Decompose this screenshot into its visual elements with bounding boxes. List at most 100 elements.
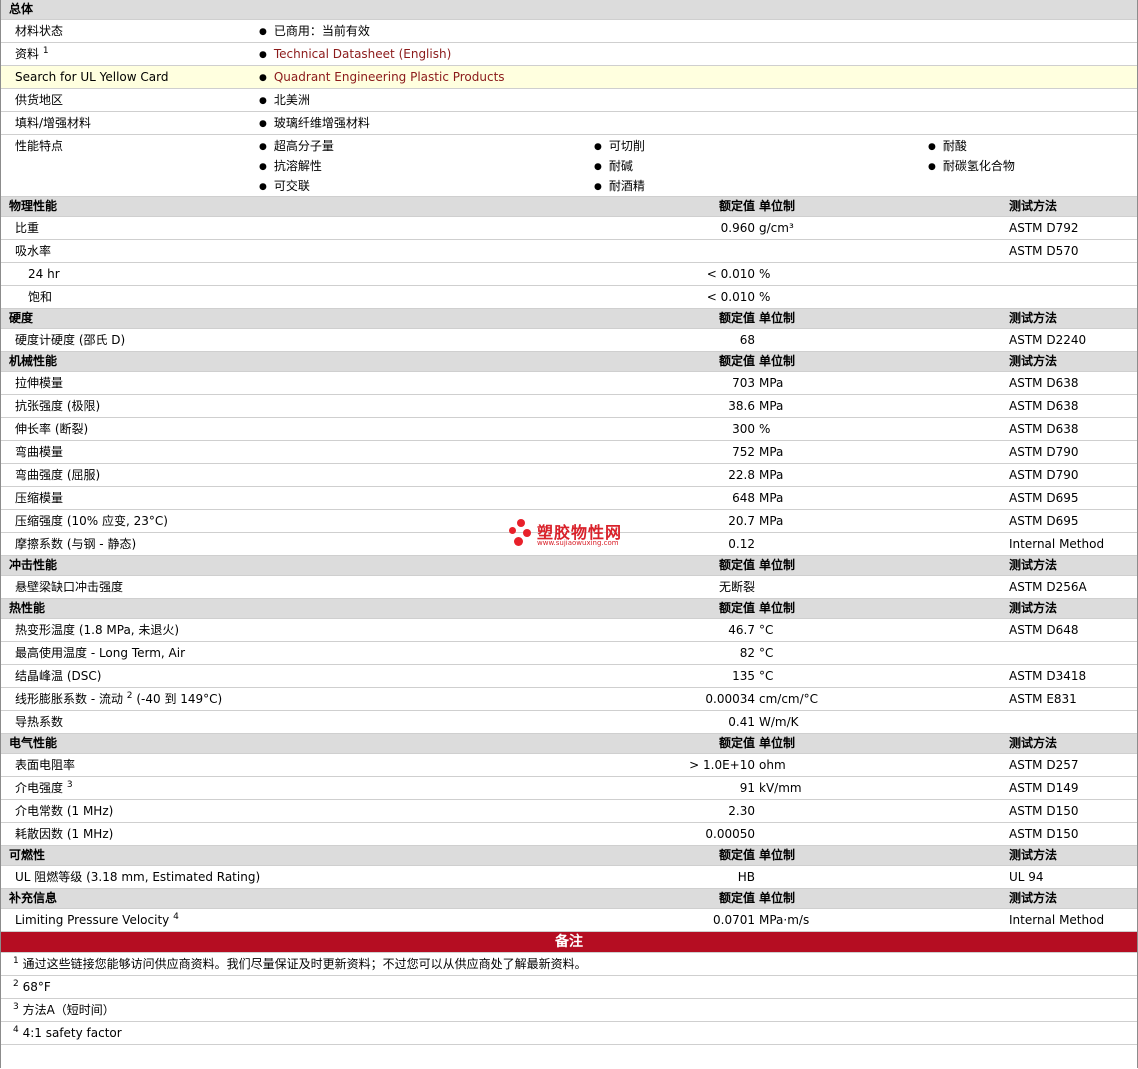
row-unit: W/m/K — [759, 715, 799, 729]
col-header-value: 额定值 — [718, 311, 755, 325]
note-body: 方法A（短时间） — [22, 1003, 115, 1017]
feature-item: 抗溶解性 — [259, 159, 322, 176]
row-value: > 1.0E+10 — [689, 758, 755, 772]
note-item: 2 68°F — [1, 976, 1137, 999]
row-method: ASTM D3418 — [1009, 669, 1087, 683]
row-method: ASTM D648 — [1009, 623, 1079, 637]
row-value: 22.8 — [728, 468, 755, 482]
row-value: 北美洲 — [259, 93, 310, 110]
row-value: 0.12 — [728, 537, 755, 551]
row-value: 752 — [732, 445, 755, 459]
row-unit: °C — [759, 623, 774, 637]
note-number: 3 — [13, 1002, 19, 1012]
note-item: 3 方法A（短时间） — [1, 999, 1137, 1022]
note-number: 2 — [13, 979, 19, 989]
watermark-logo: 塑胶物性网 www.sujiaowuxing.com — [507, 518, 647, 552]
note-number: 1 — [13, 956, 19, 966]
note-body: 4:1 safety factor — [22, 1026, 122, 1040]
section-impact-header: 冲击性能 额定值 单位制 测试方法 — [1, 556, 1137, 576]
row-method: ASTM D695 — [1009, 514, 1079, 528]
row-label: 供货地区 — [15, 93, 64, 107]
label-text: Limiting Pressure Velocity — [15, 913, 170, 927]
row-method: ASTM D790 — [1009, 445, 1079, 459]
row-surface-resistivity: 表面电阻率 > 1.0E+10 ohm ASTM D257 — [1, 754, 1137, 777]
datasheet-link-item: Technical Datasheet (English) — [259, 47, 451, 64]
note-item: 4 4:1 safety factor — [1, 1022, 1137, 1045]
row-value: 0.00050 — [705, 827, 755, 841]
row-value: < 0.010 — [706, 290, 755, 304]
col-header-unit: 单位制 — [759, 848, 796, 862]
section-title: 电气性能 — [9, 736, 58, 750]
col-header-value: 额定值 — [718, 354, 755, 368]
note-text: 4 4:1 safety factor — [13, 1026, 122, 1041]
supplier-link[interactable]: Quadrant Engineering Plastic Products — [274, 70, 505, 84]
row-unit: % — [759, 290, 771, 304]
row-value: 82 — [739, 646, 755, 660]
row-dielectric-strength: 介电强度 3 91 kV/mm ASTM D149 — [1, 777, 1137, 800]
row-unit: MPa — [759, 445, 784, 459]
section-title: 可燃性 — [9, 848, 46, 862]
label-text: 资料 — [15, 47, 40, 61]
row-label: 24 hr — [28, 267, 60, 281]
col-header-unit: 单位制 — [759, 311, 796, 325]
row-method: ASTM D570 — [1009, 244, 1079, 258]
row-value: 91 — [739, 781, 755, 795]
row-material-status: 材料状态 已商用：当前有效 — [1, 20, 1137, 43]
row-value: 2.30 — [728, 804, 755, 818]
row-value: 300 — [732, 422, 755, 436]
row-method: ASTM D695 — [1009, 491, 1079, 505]
row-value: 无断裂 — [718, 580, 755, 594]
technical-datasheet-link[interactable]: Technical Datasheet (English) — [274, 47, 451, 61]
row-unit: MPa — [759, 491, 784, 505]
row-method: ASTM D149 — [1009, 781, 1079, 795]
row-unit: MPa — [759, 376, 784, 390]
row-elongation: 伸长率 (断裂) 300 % ASTM D638 — [1, 418, 1137, 441]
footnote-ref: 4 — [173, 912, 179, 922]
footnote-ref: 1 — [42, 46, 49, 56]
row-label: 压缩模量 — [15, 491, 64, 505]
note-text: 3 方法A（短时间） — [13, 1003, 115, 1018]
note-number: 4 — [13, 1025, 19, 1035]
row-value: 68 — [739, 333, 755, 347]
row-label: 压缩强度 (10% 应变, 23°C) — [15, 514, 168, 528]
row-unit: °C — [759, 646, 774, 660]
section-title: 热性能 — [9, 601, 46, 615]
row-method: Internal Method — [1009, 913, 1105, 927]
row-tensile-strength: 抗张强度 (极限) 38.6 MPa ASTM D638 — [1, 395, 1137, 418]
section-hardness-header: 硬度 额定值 单位制 测试方法 — [1, 309, 1137, 329]
col-header-method: 测试方法 — [1009, 601, 1058, 615]
row-label: 弯曲模量 — [15, 445, 64, 459]
row-flexural-strength: 弯曲强度 (屈服) 22.8 MPa ASTM D790 — [1, 464, 1137, 487]
row-label: 导热系数 — [15, 715, 64, 729]
row-method: ASTM D150 — [1009, 804, 1079, 818]
row-label: 结晶峰温 (DSC) — [15, 669, 102, 683]
col-header-unit: 单位制 — [759, 199, 796, 213]
supplier-link-item: Quadrant Engineering Plastic Products — [259, 70, 505, 87]
section-title: 物理性能 — [9, 199, 58, 213]
row-label: UL 阻燃等级 (3.18 mm, Estimated Rating) — [15, 870, 261, 884]
notes-header: 备注 — [1, 932, 1137, 953]
row-label: 抗张强度 (极限) — [15, 399, 101, 413]
row-shore-hardness: 硬度计硬度 (邵氏 D) 68 ASTM D2240 — [1, 329, 1137, 352]
row-value: 玻璃纤维增强材料 — [259, 116, 370, 133]
row-ul-rating: UL 阻燃等级 (3.18 mm, Estimated Rating) HB U… — [1, 866, 1137, 889]
row-method: UL 94 — [1009, 870, 1044, 884]
feature-item: 可切削 — [594, 139, 645, 156]
row-documents: 资料 1 Technical Datasheet (English) — [1, 43, 1137, 66]
row-label: 最高使用温度 - Long Term, Air — [15, 646, 186, 660]
row-label: 填料/增强材料 — [15, 116, 92, 130]
section-title: 总体 — [9, 2, 34, 16]
section-general-header: 总体 — [1, 0, 1137, 20]
col-header-unit: 单位制 — [759, 891, 796, 905]
col-header-unit: 单位制 — [759, 558, 796, 572]
row-specific-gravity: 比重 0.960 g/cm³ ASTM D792 — [1, 217, 1137, 240]
feature-item: 可交联 — [259, 179, 310, 196]
row-label: 伸长率 (断裂) — [15, 422, 89, 436]
row-unit: ohm — [759, 758, 786, 772]
col-header-value: 额定值 — [718, 736, 755, 750]
row-method: ASTM D638 — [1009, 422, 1079, 436]
section-thermal-header: 热性能 额定值 单位制 测试方法 — [1, 599, 1137, 619]
row-unit: % — [759, 267, 771, 281]
row-label: 摩擦系数 (与钢 - 静态) — [15, 537, 137, 551]
row-water-absorption-saturation: 饱和 < 0.010 % — [1, 286, 1137, 309]
